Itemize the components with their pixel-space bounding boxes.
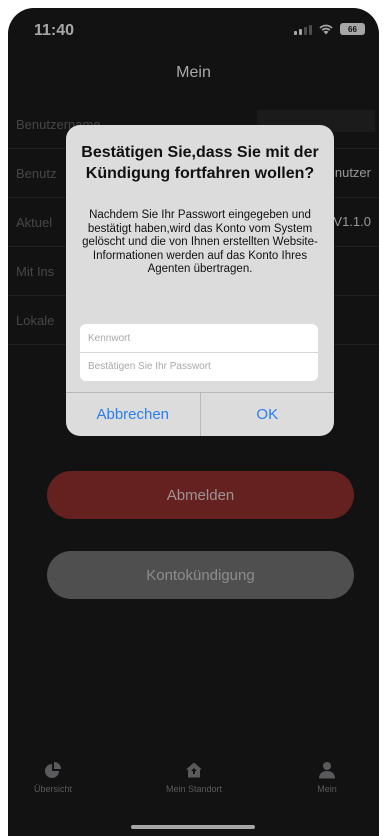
dialog-actions: Abbrechen OK (66, 392, 334, 436)
dialog-input-group (80, 324, 318, 381)
confirm-cancellation-dialog: Bestätigen Sie,dass Sie mit der Kündigun… (66, 125, 334, 436)
confirm-password-input[interactable] (80, 352, 318, 380)
dialog-message: Nachdem Sie Ihr Passwort eingegeben und … (82, 209, 318, 275)
password-input[interactable] (80, 324, 318, 352)
dialog-title: Bestätigen Sie,dass Sie mit der Kündigun… (81, 144, 319, 182)
dialog-cancel-button[interactable]: Abbrechen (66, 393, 200, 436)
dialog-ok-button[interactable]: OK (199, 393, 335, 436)
app-screen: 11:40 66 Mein Benutzername Benutz nutzer (8, 8, 379, 836)
